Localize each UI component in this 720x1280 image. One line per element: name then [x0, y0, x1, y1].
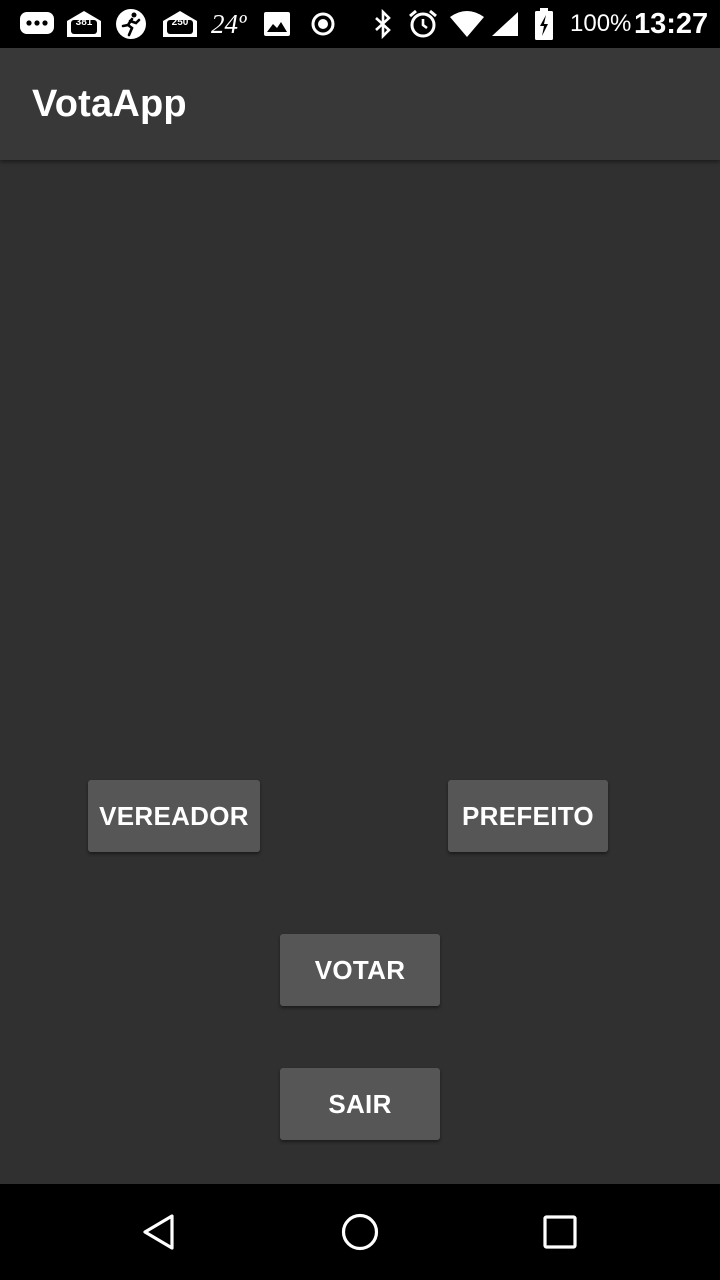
- vereador-button[interactable]: VEREADOR: [88, 780, 260, 852]
- back-icon[interactable]: [100, 1184, 220, 1280]
- navigation-bar: [0, 1184, 720, 1280]
- clock: 13:27: [634, 8, 709, 40]
- prefeito-button[interactable]: PREFEITO: [448, 780, 608, 852]
- image-icon: [262, 0, 292, 48]
- mail-badge-count: 381: [75, 17, 93, 28]
- chat-icon: [18, 0, 56, 48]
- recents-icon[interactable]: [500, 1184, 620, 1280]
- battery-charging-icon: [532, 0, 556, 48]
- runner-icon: [112, 0, 150, 48]
- bluetooth-icon: [370, 0, 396, 48]
- mail-381-icon: 381: [64, 0, 104, 48]
- alarm-icon: [406, 0, 440, 48]
- votar-button[interactable]: VOTAR: [280, 934, 440, 1006]
- signal-icon: [488, 0, 522, 48]
- app-title: VotaApp: [32, 83, 187, 125]
- main-content: VEREADOR PREFEITO VOTAR SAIR: [0, 160, 720, 1184]
- record-icon: [308, 0, 338, 48]
- sair-button[interactable]: SAIR: [280, 1068, 440, 1140]
- temperature-label: 24º: [211, 9, 247, 39]
- mail-250-icon: 250: [160, 0, 200, 48]
- app-bar: VotaApp: [0, 48, 720, 160]
- wifi-icon: [448, 0, 486, 48]
- home-icon[interactable]: [300, 1184, 420, 1280]
- battery-percent: 100%: [570, 10, 632, 37]
- mail-badge-count: 250: [171, 17, 189, 28]
- status-bar: 381 250 24º 100% 13:27: [0, 0, 720, 48]
